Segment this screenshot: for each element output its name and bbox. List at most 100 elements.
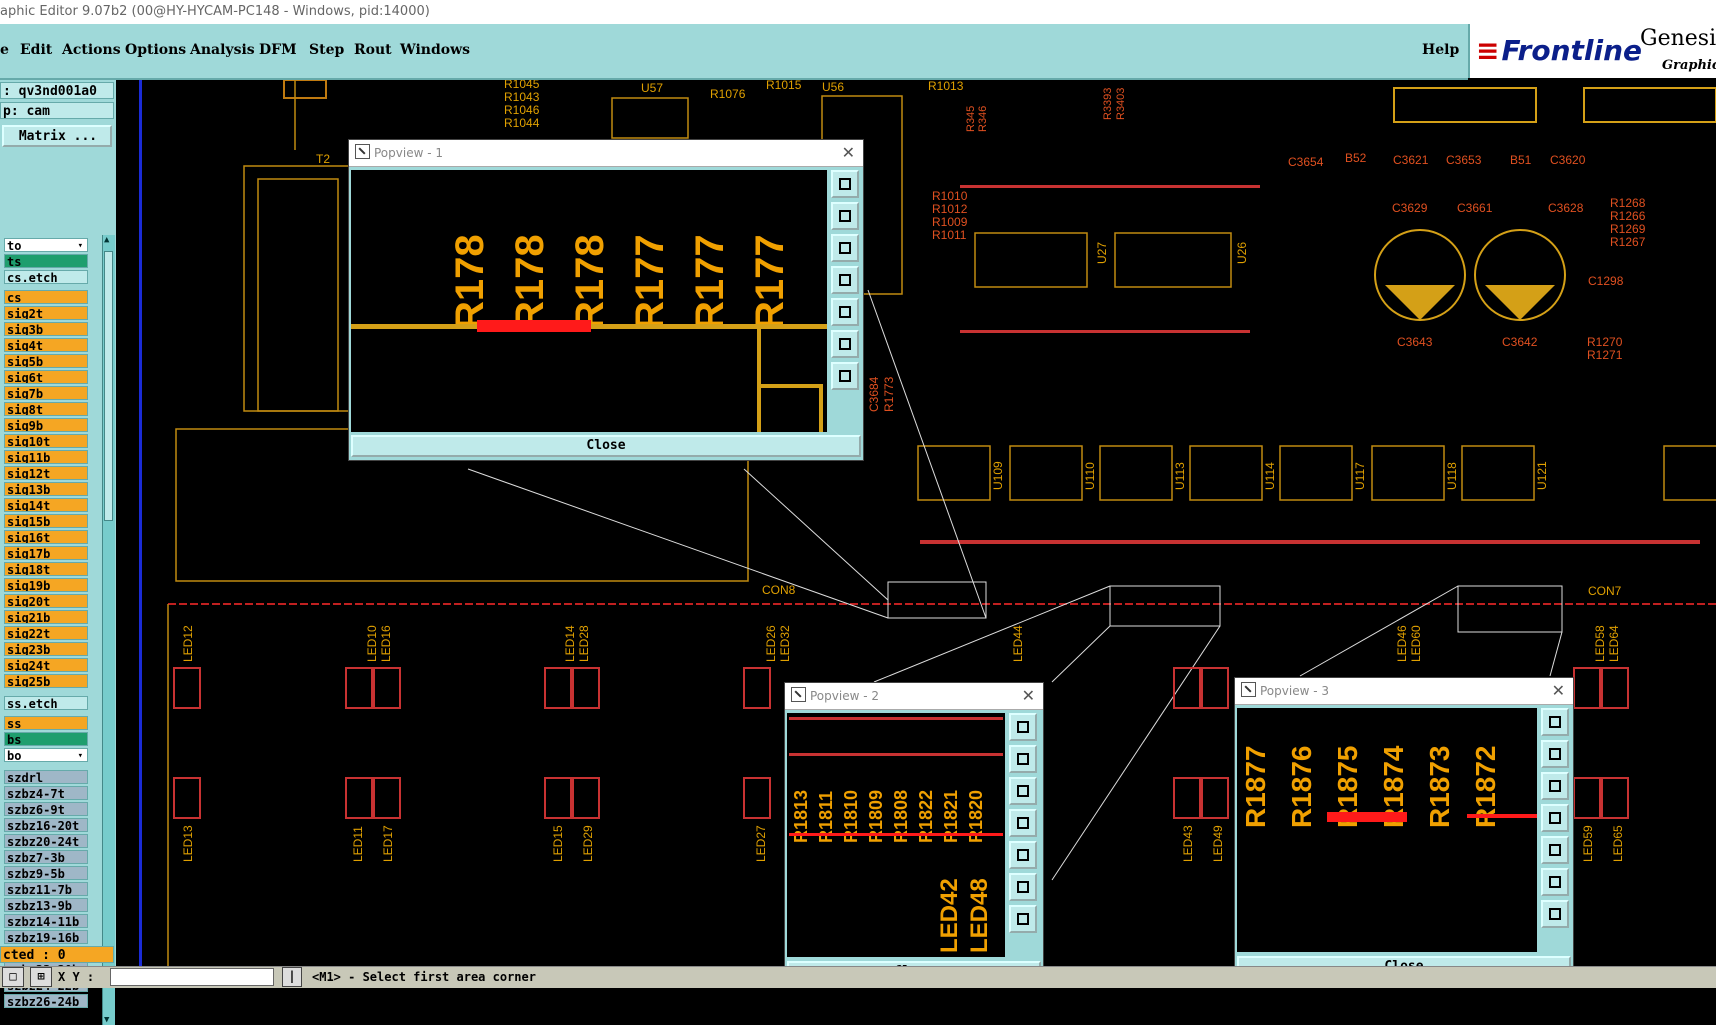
layer-item[interactable]: sig24t [4, 658, 88, 672]
layer-item[interactable]: sig9b [4, 418, 88, 432]
layer-item[interactable]: sig10t [4, 434, 88, 448]
layer-item[interactable]: szbz16-20t [4, 818, 88, 832]
layer-item[interactable]: szbz4-7t [4, 786, 88, 800]
zoom-home-icon[interactable] [1009, 713, 1037, 741]
layer-item[interactable]: sig7b [4, 386, 88, 400]
layer-item[interactable]: cs.etch [4, 270, 88, 284]
layer-item[interactable]: sig23b [4, 642, 88, 656]
zoom-in-icon[interactable] [1009, 873, 1037, 901]
popview-2-canvas[interactable]: R1813 R1811 R1810 R1809 R1808 R1822 R182… [787, 713, 1005, 957]
pan-right-icon[interactable] [1541, 836, 1569, 864]
layer-item[interactable]: szbz6-9t [4, 802, 88, 816]
layer-item[interactable]: sig5b [4, 354, 88, 368]
dropdown-icon[interactable]: ▾ [78, 749, 83, 761]
layer-item[interactable]: sig4t [4, 338, 88, 352]
layer-item[interactable]: bo ▾ [4, 748, 88, 762]
mode-toggle-icon[interactable]: | [282, 967, 302, 987]
zoom-out-icon[interactable] [1541, 900, 1569, 928]
layer-item[interactable]: sig19b [4, 578, 88, 592]
matrix-button[interactable]: Matrix ... [2, 125, 112, 147]
close-icon[interactable]: ✕ [842, 140, 855, 166]
layer-item[interactable]: szbz19-16b [4, 930, 88, 944]
layer-item[interactable]: szbz26-24b [4, 994, 88, 1008]
layer-item[interactable]: sig12t [4, 466, 88, 480]
layer-item[interactable]: szbz9-5b [4, 866, 88, 880]
pan-left-icon[interactable] [831, 266, 859, 294]
layer-item[interactable]: sig3b [4, 322, 88, 336]
layer-name: sig2t [7, 307, 44, 320]
layer-item[interactable]: sig6t [4, 370, 88, 384]
layer-item[interactable]: sig20t [4, 594, 88, 608]
select-tool-icon[interactable]: □ [2, 967, 24, 987]
scroll-up-icon[interactable]: ▲ [104, 235, 109, 245]
layer-name: sig9b [7, 419, 44, 432]
layer-name: sig8t [7, 403, 44, 416]
zoom-out-icon[interactable] [831, 362, 859, 390]
menu-windows[interactable]: Windows [400, 42, 470, 58]
layer-item[interactable]: szdrl [4, 770, 88, 784]
pan-right-icon[interactable] [1009, 841, 1037, 869]
close-icon[interactable]: ✕ [1022, 683, 1035, 709]
menu-rout[interactable]: Rout [354, 42, 392, 58]
menu-file[interactable]: e [0, 42, 9, 58]
layer-item[interactable]: sig18t [4, 562, 88, 576]
layer-item[interactable]: szbz7-3b [4, 850, 88, 864]
dropdown-icon[interactable]: ▾ [78, 239, 83, 251]
layer-item[interactable]: szbz13-9b [4, 898, 88, 912]
menu-analysis[interactable]: Analysis [190, 42, 255, 58]
popview-1-canvas[interactable]: R178 R178 R178 R177 R177 R177 [351, 170, 827, 432]
layer-item[interactable]: sig21b [4, 610, 88, 624]
pan-up-icon[interactable] [1009, 745, 1037, 773]
menu-edit[interactable]: Edit [20, 42, 52, 58]
layer-item[interactable]: sig14t [4, 498, 88, 512]
grid-tool-icon[interactable]: ⊞ [30, 967, 52, 987]
zoom-in-icon[interactable] [1541, 868, 1569, 896]
layer-item[interactable]: to ▾ [4, 238, 88, 252]
layer-item[interactable]: ss.etch [4, 696, 88, 710]
layer-item[interactable]: ss [4, 716, 88, 730]
pan-left-icon[interactable] [1541, 804, 1569, 832]
layer-item[interactable]: sig16t [4, 530, 88, 544]
scrollbar-thumb[interactable] [104, 251, 113, 521]
menu-step[interactable]: Step [309, 42, 344, 58]
popview-2-titlebar[interactable]: Popview - 2 ✕ [785, 683, 1043, 710]
pan-down-icon[interactable] [1009, 777, 1037, 805]
zoom-in-icon[interactable] [831, 330, 859, 358]
layer-item[interactable]: sig22t [4, 626, 88, 640]
coordinate-field[interactable] [110, 968, 274, 986]
label-r1011: R1011 [932, 228, 967, 242]
pan-up-icon[interactable] [831, 202, 859, 230]
layer-item[interactable]: szbz14-11b [4, 914, 88, 928]
pan-up-icon[interactable] [1541, 740, 1569, 768]
layer-item[interactable]: sig25b [4, 674, 88, 688]
menu-actions[interactable]: Actions [62, 42, 121, 58]
layer-item[interactable]: sig2t [4, 306, 88, 320]
layer-item[interactable]: szbz11-7b [4, 882, 88, 896]
zoom-home-icon[interactable] [831, 170, 859, 198]
menu-options[interactable]: Options [125, 42, 186, 58]
popview-3-canvas[interactable]: R1877 R1876 R1875 R1874 R1873 R1872 [1237, 708, 1537, 952]
zoom-out-icon[interactable] [1009, 905, 1037, 933]
layer-item[interactable]: bs [4, 732, 88, 746]
popview-1-close-button[interactable]: Close [351, 435, 861, 457]
layer-item[interactable]: sig13b [4, 482, 88, 496]
layer-scrollbar[interactable]: ▲ ▼ [102, 235, 115, 1025]
pan-down-icon[interactable] [831, 234, 859, 262]
layer-item[interactable]: sig8t [4, 402, 88, 416]
pan-right-icon[interactable] [831, 298, 859, 326]
pan-down-icon[interactable] [1541, 772, 1569, 800]
layer-item[interactable]: szbz20-24t [4, 834, 88, 848]
pan-left-icon[interactable] [1009, 809, 1037, 837]
scroll-down-icon[interactable]: ▼ [104, 1015, 109, 1025]
layer-item[interactable]: sig17b [4, 546, 88, 560]
menu-dfm[interactable]: DFM [259, 42, 297, 58]
popview-3-titlebar[interactable]: Popview - 3 ✕ [1235, 678, 1573, 705]
zoom-home-icon[interactable] [1541, 708, 1569, 736]
layer-item[interactable]: sig11b [4, 450, 88, 464]
popview-1-titlebar[interactable]: Popview - 1 ✕ [349, 140, 863, 167]
close-icon[interactable]: ✕ [1552, 678, 1565, 704]
menu-help[interactable]: Help [1422, 42, 1459, 58]
layer-item[interactable]: ts [4, 254, 88, 268]
layer-item[interactable]: cs [4, 290, 88, 304]
layer-item[interactable]: sig15b [4, 514, 88, 528]
